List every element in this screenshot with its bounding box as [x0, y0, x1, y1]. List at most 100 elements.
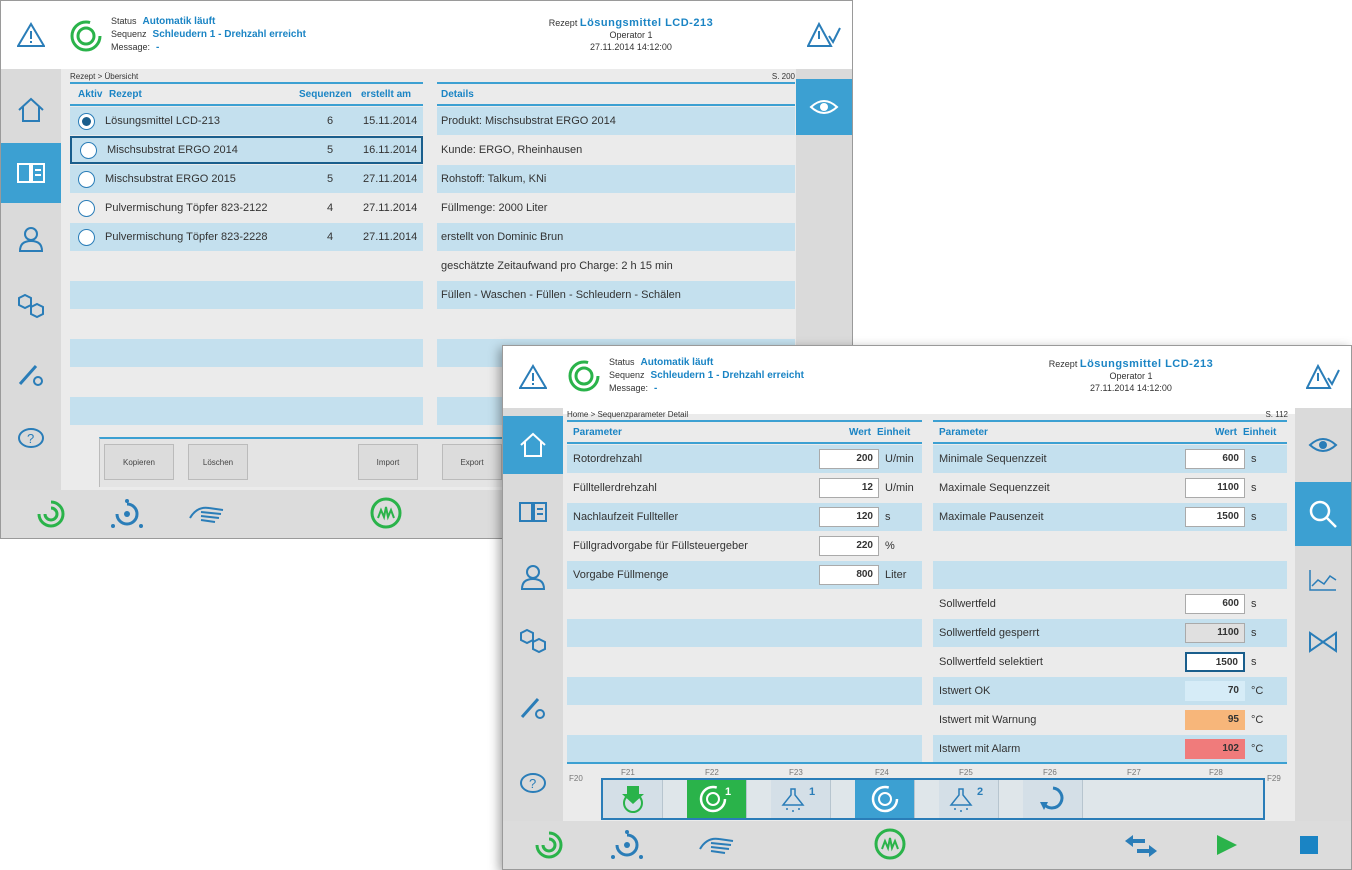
param-value-input[interactable]: 220 — [819, 536, 879, 556]
active-radio[interactable] — [78, 199, 95, 217]
active-radio[interactable] — [78, 170, 95, 188]
detail-line: geschätzte Zeitaufwand pro Charge: 2 h 1… — [441, 260, 673, 272]
details-title: Details — [441, 88, 474, 100]
param-label: Maximale Sequenzzeit — [939, 482, 1050, 494]
empty-row — [70, 397, 423, 425]
acknowledge-icon[interactable] — [796, 1, 852, 69]
play-icon[interactable] — [1215, 833, 1239, 857]
table-row: Fülltellerdrehzahl 12 U/min — [567, 474, 922, 502]
detail-line: Füllen - Waschen - Füllen - Schleudern -… — [437, 281, 795, 309]
warning-icon[interactable] — [1, 1, 61, 69]
spin-button[interactable] — [1023, 780, 1083, 818]
eye-icon[interactable] — [1295, 418, 1351, 472]
table-row: Sollwertfeld gesperrt 1100 s — [933, 619, 1287, 647]
warning-icon[interactable] — [503, 346, 563, 408]
message-label: Message: — [609, 383, 649, 393]
user-icon[interactable] — [1, 206, 61, 272]
empty-row — [70, 252, 423, 280]
recipe-book-icon[interactable] — [503, 482, 563, 542]
clean-mode-icon[interactable] — [873, 827, 907, 861]
auto-spiral-icon[interactable] — [533, 829, 565, 861]
active-radio[interactable] — [78, 112, 95, 130]
table-header: Parameter Wert Einheit — [567, 422, 922, 444]
datetime: 27.11.2014 14:12:00 — [590, 42, 672, 52]
page-number: S. 200 — [771, 72, 795, 81]
trend-chart-icon[interactable] — [1295, 552, 1351, 608]
param-unit: s — [1251, 598, 1257, 610]
home-icon[interactable] — [1, 77, 61, 143]
param-unit: s — [885, 511, 891, 523]
status-label: Status — [111, 16, 137, 26]
import-button[interactable]: Import — [358, 444, 418, 480]
empty-row — [70, 281, 423, 309]
badge: 2 — [977, 786, 983, 798]
operator: Operator 1 — [1109, 371, 1153, 381]
help-icon[interactable]: ? — [1, 411, 61, 467]
step-mode-icon[interactable] — [107, 498, 147, 530]
datetime: 27.11.2014 14:12:00 — [1090, 383, 1172, 393]
table-row[interactable]: Lösungsmittel LCD-213 6 15.11.2014 — [70, 107, 423, 135]
param-value-input[interactable]: 1500 — [1185, 507, 1245, 527]
detail-line: Füllmenge: 2000 Liter — [441, 202, 548, 214]
recipe-book-icon[interactable] — [1, 143, 61, 203]
user-icon[interactable] — [503, 546, 563, 608]
recipe-label: Rezept — [548, 18, 578, 28]
col-wert: Wert — [848, 426, 871, 438]
table-row: Vorgabe Füllmenge 800 Liter — [567, 561, 922, 589]
recipe-info: Rezept Lösungsmittel LCD-213 Operator 1 … — [531, 17, 731, 53]
help-icon[interactable]: ? — [503, 756, 563, 812]
wash-1-button[interactable]: 1 — [771, 780, 831, 818]
wash-2-button[interactable]: 2 — [939, 780, 999, 818]
empty-row — [70, 339, 423, 367]
acknowledge-icon[interactable] — [1295, 346, 1351, 408]
actual-value-warning: 95 — [1185, 710, 1245, 730]
date-cell: 27.11.2014 — [363, 173, 418, 185]
col-wert: Wert — [1214, 426, 1237, 438]
param-unit: s — [1251, 656, 1257, 668]
param-value-input[interactable]: 600 — [1185, 449, 1245, 469]
rotor-1-button[interactable]: 1 — [687, 780, 747, 818]
valve-icon[interactable] — [1295, 614, 1351, 670]
col-parameter: Parameter — [939, 426, 988, 438]
search-icon[interactable] — [1295, 482, 1351, 546]
table-row[interactable]: Mischsubstrat ERGO 2014 5 16.11.2014 — [70, 136, 423, 164]
table-row[interactable]: Pulvermischung Töpfer 823-2228 4 27.11.201… — [70, 223, 423, 251]
molecules-icon[interactable] — [503, 610, 563, 672]
sequence-value: Schleudern 1 - Drehzahl erreicht — [650, 370, 804, 381]
active-radio[interactable] — [78, 228, 95, 246]
detail-line: Produkt: Mischsubstrat ERGO 2014 — [437, 107, 795, 135]
manual-hand-icon[interactable] — [187, 500, 227, 528]
badge: 1 — [809, 786, 815, 798]
param-value-input[interactable]: 800 — [819, 565, 879, 585]
param-label: Füllgradvorgabe für Füllsteuergeber — [573, 540, 748, 552]
setpoint-input[interactable]: 600 — [1185, 594, 1245, 614]
param-unit: s — [1251, 482, 1257, 494]
delete-button[interactable]: Löschen — [188, 444, 248, 480]
param-value-input[interactable]: 12 — [819, 478, 879, 498]
param-value-input[interactable]: 200 — [819, 449, 879, 469]
rotor-button[interactable] — [855, 780, 915, 818]
param-label: Istwert mit Warnung — [939, 714, 1037, 726]
auto-spiral-icon[interactable] — [35, 498, 67, 530]
manual-hand-icon[interactable] — [697, 831, 737, 859]
molecules-icon[interactable] — [1, 273, 61, 339]
clean-mode-icon[interactable] — [369, 496, 403, 530]
table-header: Parameter Wert Einheit — [933, 422, 1287, 444]
eye-icon[interactable] — [796, 79, 852, 135]
active-radio[interactable] — [80, 141, 97, 159]
fill-down-button[interactable] — [603, 780, 663, 818]
table-row[interactable]: Mischsubstrat ERGO 2015 5 27.11.2014 — [70, 165, 423, 193]
param-unit: °C — [1251, 714, 1264, 726]
param-value-input[interactable]: 120 — [819, 507, 879, 527]
copy-button[interactable]: Kopieren — [104, 444, 174, 480]
tools-icon[interactable] — [1, 341, 61, 407]
stop-icon[interactable] — [1299, 835, 1319, 855]
table-row[interactable]: Pulvermischung Töpfer 823-2122 4 27.11.201… — [70, 194, 423, 222]
param-value-input[interactable]: 1100 — [1185, 478, 1245, 498]
switch-arrows-icon[interactable] — [1123, 833, 1159, 859]
selected-setpoint-input[interactable]: 1500 — [1185, 652, 1245, 672]
step-mode-icon[interactable] — [607, 829, 647, 861]
export-button[interactable]: Export — [442, 444, 502, 480]
home-icon[interactable] — [503, 416, 563, 474]
tools-icon[interactable] — [503, 676, 563, 738]
